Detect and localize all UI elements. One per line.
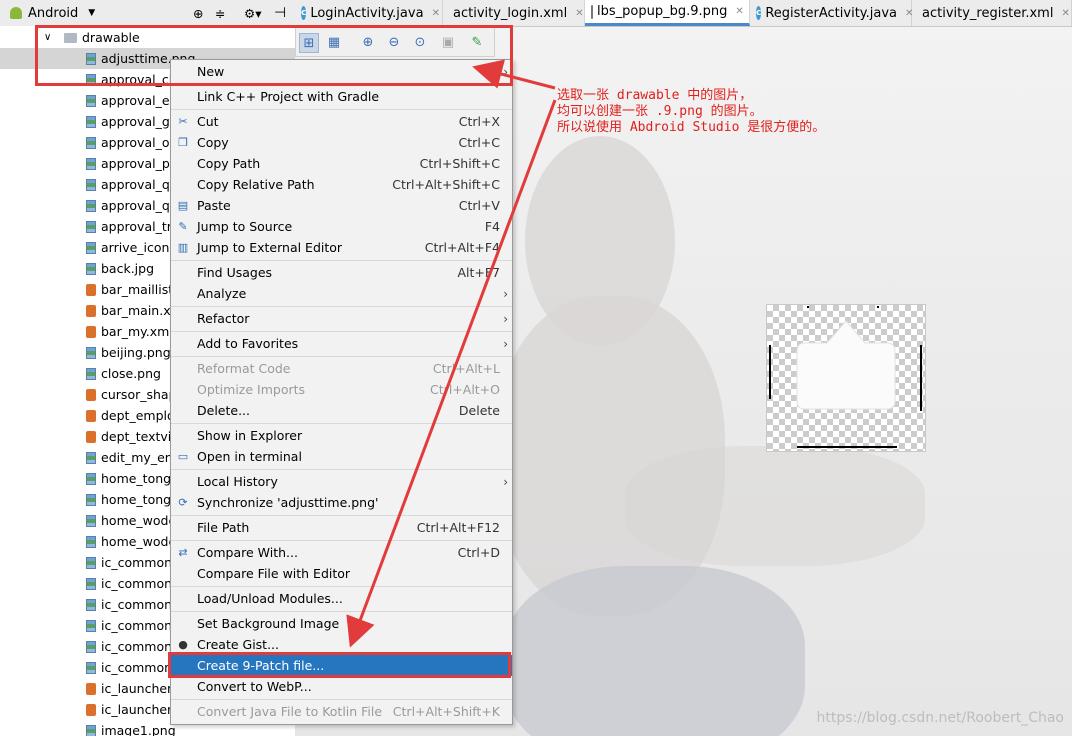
arrow-to-top — [472, 59, 556, 90]
annotation-text: 选取一张 drawable 中的图片， 均可以创建一张 .9.png 的图片。 … — [557, 88, 826, 135]
watermark: https://blog.csdn.net/Roobert_Chao — [816, 710, 1064, 726]
arrow-to-menu-item — [346, 99, 557, 648]
annotation-arrows — [346, 59, 557, 648]
